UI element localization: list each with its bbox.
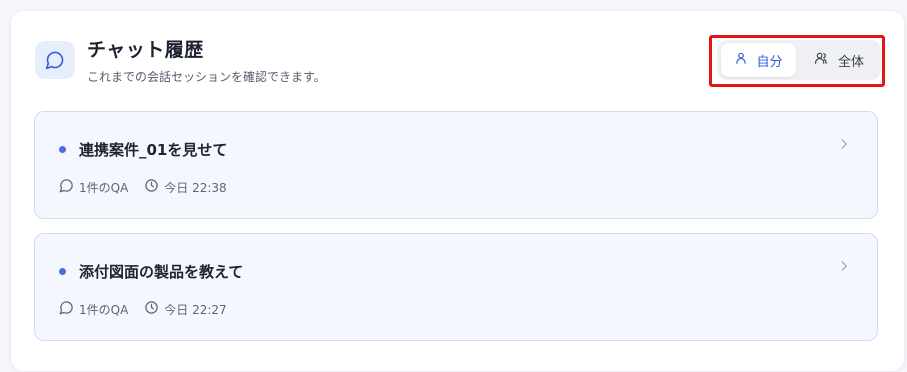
session-time: 今日 22:27 — [164, 302, 227, 317]
session-item[interactable]: 連携案件_01を見せて 1件のQA 今日 22:38 — [34, 111, 878, 219]
chevron-right-icon — [837, 258, 851, 277]
clock-icon — [144, 178, 159, 196]
scope-self-button[interactable]: 自分 — [721, 43, 796, 77]
session-qa-count: 1件のQA — [79, 180, 129, 195]
clock-icon — [144, 300, 159, 318]
session-dot — [59, 146, 66, 153]
chat-history-panel: チャット履歴 これまでの会話セッションを確認できます。 自分 全体 連携案件_0… — [10, 10, 905, 372]
page-title: チャット履歴 — [87, 39, 204, 61]
page-subtitle: これまでの会話セッションを確認できます。 — [87, 70, 326, 84]
session-dot — [59, 268, 66, 275]
session-qa-count: 1件のQA — [79, 302, 129, 317]
session-time: 今日 22:38 — [164, 180, 227, 195]
chevron-right-icon — [837, 136, 851, 155]
session-meta: 1件のQA 今日 22:27 — [59, 300, 243, 318]
session-title: 添付図面の製品を教えて — [79, 263, 244, 281]
user-icon — [734, 51, 748, 69]
scope-all-label: 全体 — [837, 54, 864, 70]
scope-toggle: 自分 全体 — [717, 40, 881, 80]
chat-bubble-icon — [59, 300, 74, 318]
scope-all-button[interactable]: 全体 — [803, 43, 875, 77]
session-title: 連携案件_01を見せて — [79, 141, 228, 159]
session-meta: 1件のQA 今日 22:38 — [59, 178, 243, 196]
chat-bubble-icon — [59, 178, 74, 196]
scope-self-label: 自分 — [756, 54, 783, 70]
users-icon — [814, 51, 830, 69]
session-item[interactable]: 添付図面の製品を教えて 1件のQA 今日 22:27 — [34, 233, 878, 341]
chat-bubble-icon — [35, 41, 75, 79]
